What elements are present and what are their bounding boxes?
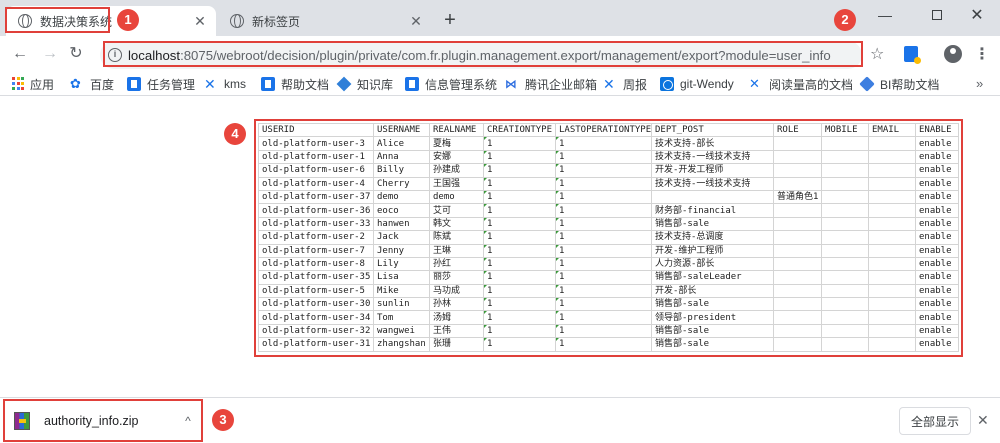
bookmark-weekly-report[interactable]: ✕ 周报 xyxy=(603,76,647,92)
bookmark-baidu[interactable]: ✿ 百度 xyxy=(70,76,114,92)
bookmark-label: git-Wendy xyxy=(680,77,734,91)
bookmark-label: 阅读量高的文档 xyxy=(769,77,854,92)
bookmark-git-wendy[interactable]: git-Wendy xyxy=(660,76,734,92)
close-window-button[interactable]: ✕ xyxy=(954,0,1000,30)
globe-icon xyxy=(230,14,244,28)
annotation-box-download xyxy=(3,399,203,442)
annotation-badge-2: 2 xyxy=(834,9,856,31)
bookmark-knowledge-base[interactable]: 知识库 xyxy=(336,76,394,92)
bookmark-star-icon[interactable]: ☆ xyxy=(870,44,884,64)
bookmark-tencent-mail[interactable]: ⋈ 腾讯企业邮箱 xyxy=(505,76,597,92)
forward-button[interactable]: → xyxy=(40,44,60,64)
tab-new-tab[interactable]: 新标签页 ✕ xyxy=(218,6,432,36)
bookmark-kms[interactable]: ✕ kms xyxy=(204,76,246,92)
new-tab-button[interactable]: + xyxy=(440,10,460,31)
apps-icon xyxy=(12,77,24,91)
reload-button[interactable]: ↻ xyxy=(66,44,86,64)
extension-icon[interactable] xyxy=(904,46,921,64)
tab-close-icon[interactable]: ✕ xyxy=(408,13,424,29)
tab-close-icon[interactable]: ✕ xyxy=(192,13,208,29)
maximize-icon xyxy=(932,10,942,20)
close-download-bar-icon[interactable]: ✕ xyxy=(977,412,989,429)
back-button[interactable]: ← xyxy=(10,44,30,64)
bookmark-label: 百度 xyxy=(90,77,115,92)
browser-window: 数据决策系统 ✕ 新标签页 ✕ + — ✕ ← → ↻ i localhost:… xyxy=(0,0,1000,443)
bookmark-label: 应用 xyxy=(30,77,55,92)
bookmark-label: 任务管理 xyxy=(147,77,196,92)
bookmarks-bar: 应用 ✿ 百度 任务管理 ✕ kms 帮助文档 知识库 信息管理系统 ⋈ 腾讯企… xyxy=(0,72,1000,96)
bookmark-help-docs[interactable]: 帮助文档 xyxy=(261,76,329,92)
annotation-box-table xyxy=(254,119,963,357)
annotation-badge-3: 3 xyxy=(212,409,234,431)
menu-kebab-icon[interactable]: ⋮ xyxy=(974,44,990,64)
bookmark-label: BI帮助文档 xyxy=(880,77,940,92)
bookmark-label: 周报 xyxy=(623,77,648,92)
minimize-button[interactable]: — xyxy=(862,0,908,30)
tab-title: 新标签页 xyxy=(252,14,301,29)
annotation-box-tab xyxy=(5,7,110,33)
x-icon: ✕ xyxy=(749,76,760,91)
bookmark-label: 知识库 xyxy=(357,77,394,92)
doc-icon xyxy=(261,77,275,91)
bookmark-task-management[interactable]: 任务管理 xyxy=(127,76,195,92)
doc-icon xyxy=(127,77,141,91)
show-all-button[interactable]: 全部显示 xyxy=(899,407,971,435)
x-icon: ✕ xyxy=(204,76,216,92)
cube-icon xyxy=(336,76,352,92)
bookmark-label: 腾讯企业邮箱 xyxy=(525,77,598,92)
x-icon: ✕ xyxy=(603,76,615,92)
annotation-badge-1: 1 xyxy=(117,9,139,31)
mail-icon: ⋈ xyxy=(505,77,517,91)
bookmark-label: 信息管理系统 xyxy=(425,77,498,92)
git-icon xyxy=(660,77,674,91)
annotation-badge-4: 4 xyxy=(224,123,246,145)
baidu-paw-icon: ✿ xyxy=(70,76,81,91)
bookmark-label: kms xyxy=(224,77,246,91)
bookmark-bi-help[interactable]: BI帮助文档 xyxy=(859,76,940,92)
doc-icon xyxy=(405,77,419,91)
bookmark-popular-docs[interactable]: ✕ 阅读量高的文档 xyxy=(749,76,853,92)
profile-avatar-icon[interactable] xyxy=(944,45,962,63)
annotation-box-url xyxy=(103,41,863,67)
bookmark-label: 帮助文档 xyxy=(281,77,330,92)
bookmarks-more-icon[interactable]: » xyxy=(976,76,983,91)
bi-icon xyxy=(859,76,875,92)
bookmark-apps[interactable]: 应用 xyxy=(12,76,54,92)
bookmark-info-system[interactable]: 信息管理系统 xyxy=(405,76,497,92)
